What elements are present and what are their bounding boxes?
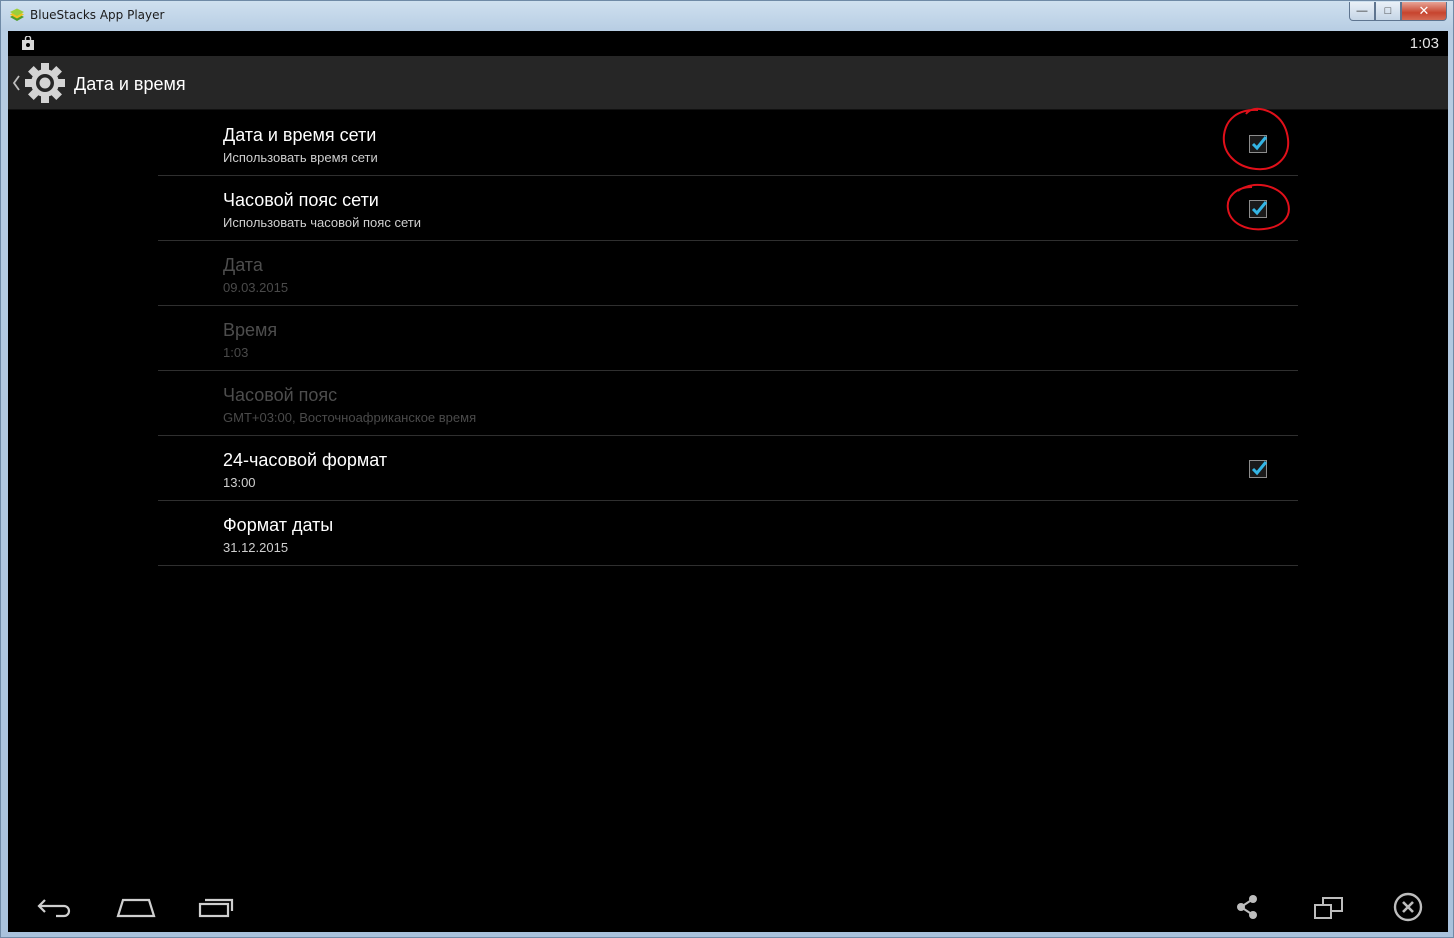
checkmark-icon [1251, 201, 1268, 216]
maximize-icon: □ [1384, 5, 1392, 17]
setting-title: Формат даты [223, 515, 334, 535]
network-timezone-checkbox[interactable] [1249, 200, 1268, 218]
setting-title: 24-часовой формат [223, 450, 388, 470]
setting-network-timezone[interactable]: Часовой пояс сети Использовать часовой п… [158, 176, 1298, 241]
navigation-bar [8, 876, 1448, 932]
maximize-button[interactable]: □ [1375, 2, 1401, 21]
setting-summary: 09.03.2015 [223, 280, 289, 295]
24-hour-checkbox[interactable] [1249, 460, 1268, 478]
setting-summary: 1:03 [223, 345, 249, 360]
network-time-checkbox[interactable] [1249, 135, 1268, 153]
back-arrow-icon[interactable] [36, 896, 74, 918]
close-window-icon: ✕ [1418, 3, 1430, 18]
chevron-left-icon[interactable] [11, 74, 21, 92]
action-bar: Дата и время [8, 56, 1448, 110]
bluestacks-logo-icon [10, 8, 24, 21]
gear-icon[interactable] [22, 60, 68, 106]
setting-summary: Использовать время сети [223, 150, 378, 165]
status-time: 1:03 [1409, 35, 1439, 52]
setting-title: Дата и время сети [223, 125, 377, 145]
shopping-bag-icon [22, 36, 34, 50]
checkmark-icon [1251, 461, 1268, 476]
setting-summary: 31.12.2015 [223, 540, 289, 555]
setting-date: Дата 09.03.2015 [158, 241, 1298, 306]
setting-24-hour-format[interactable]: 24-часовой формат 13:00 [158, 436, 1298, 501]
checkmark-icon [1251, 136, 1268, 151]
setting-summary: Использовать часовой пояс сети [223, 215, 421, 230]
setting-summary: 13:00 [223, 475, 256, 490]
window-titlebar[interactable]: BlueStacks App Player — □ ✕ [1, 1, 1453, 31]
setting-title: Часовой пояс [223, 385, 338, 405]
window-controls: — □ ✕ [1349, 2, 1447, 21]
setting-title: Дата [223, 255, 263, 275]
minimize-icon: — [1356, 5, 1368, 17]
window-title: BlueStacks App Player [30, 8, 165, 22]
settings-list: Дата и время сети Использовать время сет… [158, 107, 1298, 566]
setting-network-time[interactable]: Дата и время сети Использовать время сет… [158, 107, 1298, 176]
status-bar: 1:03 [8, 31, 1448, 56]
setting-time: Время 1:03 [158, 306, 1298, 371]
share-icon[interactable] [1234, 893, 1260, 921]
app-window: BlueStacks App Player — □ ✕ 1:03 Дата и … [0, 0, 1454, 938]
setting-title: Часовой пояс сети [223, 190, 379, 210]
setting-date-format[interactable]: Формат даты 31.12.2015 [158, 501, 1298, 566]
multi-window-icon[interactable] [1313, 895, 1345, 921]
page-title: Дата и время [74, 74, 186, 94]
close-circle-icon[interactable] [1393, 892, 1423, 922]
minimize-button[interactable]: — [1349, 2, 1375, 21]
home-icon[interactable] [116, 896, 156, 918]
setting-title: Время [223, 320, 278, 340]
setting-summary: GMT+03:00, Восточноафриканское время [223, 410, 477, 425]
recent-apps-icon[interactable] [198, 898, 234, 918]
close-button[interactable]: ✕ [1401, 2, 1447, 21]
setting-timezone: Часовой пояс GMT+03:00, Восточноафриканс… [158, 371, 1298, 436]
android-screen: 1:03 Дата и время Дата и время сети Испо… [8, 31, 1448, 932]
